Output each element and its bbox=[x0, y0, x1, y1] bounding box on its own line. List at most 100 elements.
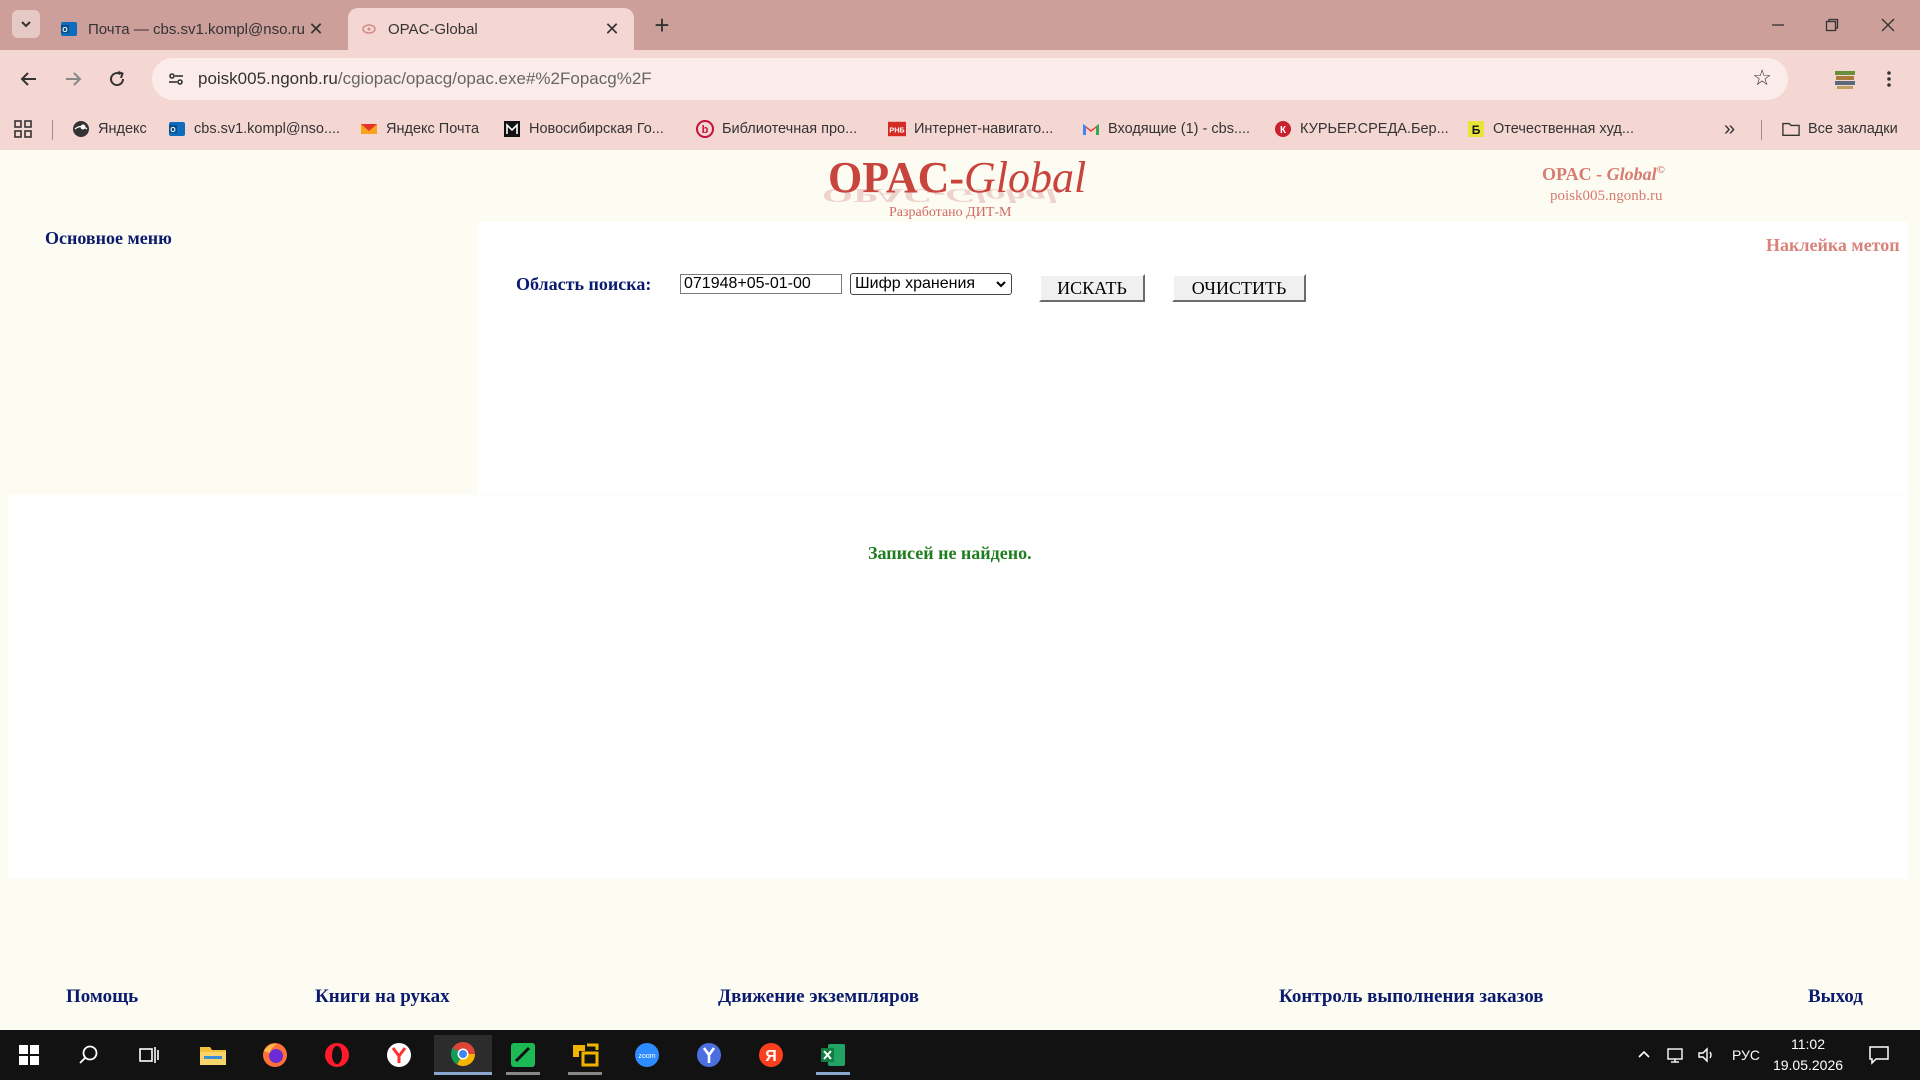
bookmark-novosibirsk[interactable]: Новосибирская Го... bbox=[503, 117, 664, 141]
bookmark-gmail[interactable]: Входящие (1) - cbs.... bbox=[1082, 117, 1250, 141]
tab-title: OPAC-Global bbox=[388, 20, 478, 38]
bookmark-label: Отечественная худ... bbox=[1493, 121, 1634, 137]
restore-button[interactable] bbox=[1812, 10, 1852, 40]
bookmark-kurier[interactable]: К КУРЬЕР.СРЕДА.Бер... bbox=[1274, 117, 1449, 141]
opac-favicon bbox=[360, 20, 378, 38]
yandex-browser-icon[interactable] bbox=[372, 1035, 426, 1075]
logo-global-text: Global bbox=[964, 153, 1087, 202]
tab-opac[interactable]: OPAC-Global ✕ bbox=[348, 8, 634, 50]
main-menu-link[interactable]: Основное меню bbox=[45, 228, 172, 249]
yandex-ya-icon[interactable]: Я bbox=[744, 1035, 798, 1075]
b-circle-icon: b bbox=[696, 120, 714, 138]
excel-icon[interactable] bbox=[806, 1035, 860, 1075]
all-bookmarks-label: Все закладки bbox=[1808, 121, 1898, 137]
volume-icon[interactable] bbox=[1697, 1030, 1717, 1080]
outlook-icon: O bbox=[168, 120, 186, 138]
footer-link-exit[interactable]: Выход bbox=[1808, 986, 1863, 1008]
rnb-icon: РНБ bbox=[888, 120, 906, 138]
bookmark-yandex-mail[interactable]: Яндекс Почта bbox=[360, 117, 479, 141]
footer-link-books-on-hand[interactable]: Книги на руках bbox=[315, 986, 450, 1008]
close-window-button[interactable] bbox=[1868, 10, 1908, 40]
opera-icon[interactable] bbox=[310, 1035, 364, 1075]
tray-overflow-icon[interactable] bbox=[1636, 1030, 1652, 1080]
start-icon[interactable] bbox=[2, 1035, 56, 1075]
site-info-icon[interactable] bbox=[162, 65, 190, 93]
bookmark-library-program[interactable]: b Библиотечная про... bbox=[696, 117, 857, 141]
brand-host: poisk005.ngonb.ru bbox=[1550, 188, 1663, 204]
logo-opac-text: OPAC- bbox=[828, 153, 965, 202]
no-results-message: Записей не найдено. bbox=[868, 543, 1032, 563]
search-button[interactable]: ИСКАТЬ bbox=[1039, 274, 1145, 302]
clear-button[interactable]: ОЧИСТИТЬ bbox=[1172, 274, 1306, 302]
sticker-link[interactable]: Наклейка метоп bbox=[1766, 235, 1900, 256]
svg-text:zoom: zoom bbox=[638, 1053, 655, 1060]
minimize-icon bbox=[1772, 24, 1784, 26]
forward-button[interactable] bbox=[58, 64, 88, 94]
opac-page: OPAC-Global OPAC-Global Разработано ДИТ-… bbox=[0, 150, 1920, 1030]
yandex-y-icon[interactable] bbox=[682, 1035, 736, 1075]
clock-time: 11:02 bbox=[1791, 1036, 1825, 1052]
bookmark-label: Новосибирская Го... bbox=[529, 121, 664, 137]
more-bookmarks-button[interactable]: » bbox=[1724, 117, 1735, 141]
search-field-value: Шифр хранения bbox=[855, 275, 976, 292]
url-text[interactable]: poisk005.ngonb.ru/cgiopac/opacg/opac.exe… bbox=[198, 69, 652, 89]
svg-text:O: O bbox=[170, 127, 176, 134]
browser-toolbar: poisk005.ngonb.ru/cgiopac/opacg/opac.exe… bbox=[0, 50, 1920, 108]
bookmark-internet-navigator[interactable]: РНБ Интернет-навигато... bbox=[888, 117, 1053, 141]
url-host: poisk005.ngonb.ru bbox=[198, 69, 338, 88]
address-bar[interactable]: poisk005.ngonb.ru/cgiopac/opacg/opac.exe… bbox=[152, 58, 1788, 100]
svg-text:РНБ: РНБ bbox=[889, 126, 904, 135]
bookmark-label: Входящие (1) - cbs.... bbox=[1108, 121, 1251, 137]
folder-icon bbox=[1782, 120, 1800, 138]
profile-avatar[interactable] bbox=[1830, 63, 1860, 93]
network-icon[interactable] bbox=[1666, 1030, 1686, 1080]
svg-text:b: b bbox=[702, 124, 709, 136]
task-view-icon[interactable] bbox=[122, 1035, 176, 1075]
back-button[interactable] bbox=[14, 64, 44, 94]
tab-search-button[interactable] bbox=[12, 10, 40, 38]
bookmark-star-icon[interactable]: ☆ bbox=[1752, 67, 1772, 89]
outlook-icon: O bbox=[60, 20, 78, 38]
bookmark-label: Яндекс bbox=[98, 121, 147, 137]
close-icon[interactable]: ✕ bbox=[304, 17, 328, 41]
bookmark-outlook[interactable]: O cbs.sv1.kompl@nso.... bbox=[168, 117, 340, 141]
new-tab-button[interactable]: + bbox=[648, 12, 676, 40]
file-explorer-icon[interactable] bbox=[186, 1035, 240, 1075]
green-app-icon[interactable] bbox=[496, 1035, 550, 1075]
library-logo-icon bbox=[503, 120, 521, 138]
clock[interactable]: 11:02 19.05.2026 bbox=[1768, 1034, 1848, 1076]
search-icon[interactable] bbox=[62, 1035, 116, 1075]
apps-button[interactable] bbox=[14, 117, 32, 141]
tab-mail[interactable]: O Почта — cbs.sv1.kompl@nso.ru ✕ bbox=[48, 8, 338, 50]
minimize-button[interactable] bbox=[1758, 10, 1798, 40]
svg-text:Б: Б bbox=[1472, 123, 1481, 137]
b-square-icon: Б bbox=[1467, 120, 1485, 138]
footer-link-copy-movement[interactable]: Движение экземпляров bbox=[718, 986, 919, 1008]
bookmark-yandex[interactable]: Яндекс bbox=[72, 117, 147, 141]
chrome-icon[interactable] bbox=[434, 1035, 492, 1075]
close-icon bbox=[1881, 18, 1895, 32]
close-icon[interactable]: ✕ bbox=[600, 17, 624, 41]
search-panel: Наклейка метоп Область поиска: 071948+05… bbox=[478, 222, 1908, 494]
firefox-icon[interactable] bbox=[248, 1035, 302, 1075]
all-bookmarks-button[interactable]: Все закладки bbox=[1782, 117, 1898, 141]
separator bbox=[1761, 120, 1762, 140]
search-area-label: Область поиска: bbox=[516, 274, 652, 294]
menu-button[interactable] bbox=[1874, 64, 1904, 94]
kebab-menu-icon bbox=[1887, 71, 1891, 87]
search-input[interactable]: 071948+05-01-00 bbox=[680, 274, 842, 294]
zoom-icon[interactable]: zoom bbox=[620, 1035, 674, 1075]
bookmark-literature[interactable]: Б Отечественная худ... bbox=[1467, 117, 1634, 141]
reload-button[interactable] bbox=[102, 64, 132, 94]
yellow-app-icon[interactable] bbox=[558, 1035, 612, 1075]
url-path: /cgiopac/opacg/opac.exe#%2Fopacg%2F bbox=[337, 69, 652, 88]
windows-taskbar: zoom Я РУС 11:02 19.05.2026 bbox=[0, 1030, 1920, 1080]
footer-link-help[interactable]: Помощь bbox=[66, 986, 138, 1008]
search-field-select[interactable]: Шифр хранения bbox=[850, 273, 1012, 295]
clock-date: 19.05.2026 bbox=[1772, 1057, 1844, 1073]
footer-link-order-control[interactable]: Контроль выполнения заказов bbox=[1279, 986, 1543, 1008]
k-circle-icon: К bbox=[1274, 120, 1292, 138]
language-indicator[interactable]: РУС bbox=[1732, 1030, 1760, 1080]
notifications-icon[interactable] bbox=[1868, 1030, 1890, 1080]
results-area: Записей не найдено. bbox=[8, 495, 1908, 879]
